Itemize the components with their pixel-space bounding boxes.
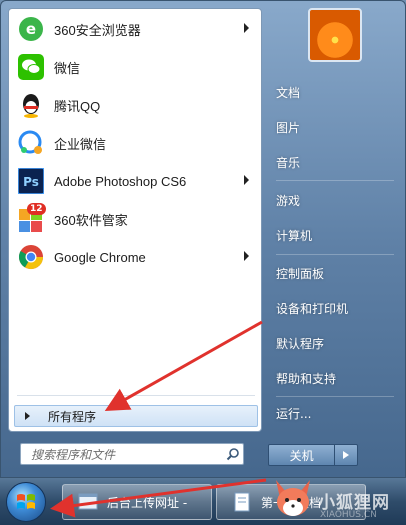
submenu-arrow-icon	[244, 251, 249, 261]
search-input[interactable]: 搜索程序和文件	[31, 446, 223, 463]
program-label: 360软件管家	[54, 212, 128, 228]
wecom-icon	[17, 129, 45, 157]
program-label: 腾讯QQ	[54, 98, 101, 114]
program-google-chrome[interactable]: Google Chrome	[13, 239, 257, 275]
program-360-browser[interactable]: e 360安全浏览器	[13, 11, 257, 47]
program-label: Google Chrome	[54, 249, 146, 265]
window-icon	[78, 493, 98, 510]
arrow-right-icon	[343, 451, 350, 459]
arrow-right-icon	[25, 412, 30, 420]
user-avatar[interactable]	[308, 8, 362, 62]
all-programs-label: 所有程序	[48, 409, 97, 424]
qq-icon	[17, 91, 45, 119]
chrome-icon	[17, 243, 45, 271]
program-label: 360安全浏览器	[54, 22, 141, 38]
divider	[276, 254, 394, 255]
shutdown-options-button[interactable]	[334, 445, 357, 465]
shutdown-button[interactable]: 关机	[269, 445, 335, 465]
photoshop-icon: Ps	[17, 167, 45, 195]
program-360-software-manager[interactable]: 12 360软件管家	[13, 201, 257, 237]
fox-logo-icon	[276, 480, 310, 516]
program-label: 企业微信	[54, 136, 107, 152]
right-item-default-programs[interactable]: 默认程序	[268, 329, 400, 357]
watermark-subtext: XIAOHUS.CN	[320, 510, 377, 520]
svg-text:Ps: Ps	[23, 175, 39, 189]
program-label: Adobe Photoshop CS6	[54, 173, 187, 189]
right-item-games[interactable]: 游戏	[268, 186, 400, 214]
badge: 12	[27, 203, 46, 215]
360-browser-icon: e	[17, 15, 45, 43]
right-item-music[interactable]: 音乐	[268, 148, 400, 176]
shutdown-control: 关机	[268, 444, 358, 466]
right-item-control-panel[interactable]: 控制面板	[268, 259, 400, 287]
search-icon[interactable]	[223, 444, 243, 464]
program-photoshop[interactable]: Ps Adobe Photoshop CS6	[13, 163, 257, 199]
submenu-arrow-icon	[244, 23, 249, 33]
svg-text:e: e	[26, 20, 36, 38]
right-item-documents[interactable]: 文档	[268, 78, 400, 106]
right-item-pictures[interactable]: 图片	[268, 113, 400, 141]
divider	[276, 180, 394, 181]
right-item-help-support[interactable]: 帮助和支持	[268, 364, 400, 392]
right-item-run[interactable]: 运行...	[268, 399, 400, 427]
search-box[interactable]: 搜索程序和文件	[20, 443, 244, 465]
right-item-devices-printers[interactable]: 设备和打印机	[268, 294, 400, 322]
program-qq[interactable]: 腾讯QQ	[13, 87, 257, 123]
windows-logo-icon	[17, 494, 35, 509]
taskbar-item-label: 后台上传网址 -	[107, 495, 188, 510]
start-button[interactable]	[6, 482, 46, 522]
divider	[17, 395, 255, 396]
programs-panel: e 360安全浏览器 微信 腾讯QQ 企业微信 Ps Adobe Photosh…	[8, 8, 262, 432]
submenu-arrow-icon	[244, 175, 249, 185]
program-wecom[interactable]: 企业微信	[13, 125, 257, 161]
program-wechat[interactable]: 微信	[13, 49, 257, 85]
program-label: 微信	[54, 60, 81, 76]
360-software-manager-icon: 12	[17, 203, 46, 233]
document-icon	[234, 492, 250, 512]
wechat-icon	[17, 53, 45, 81]
right-item-computer[interactable]: 计算机	[268, 221, 400, 249]
all-programs-button[interactable]: 所有程序	[14, 405, 258, 427]
divider	[276, 396, 394, 397]
taskbar-item-upload[interactable]: 后台上传网址 -	[62, 484, 212, 520]
